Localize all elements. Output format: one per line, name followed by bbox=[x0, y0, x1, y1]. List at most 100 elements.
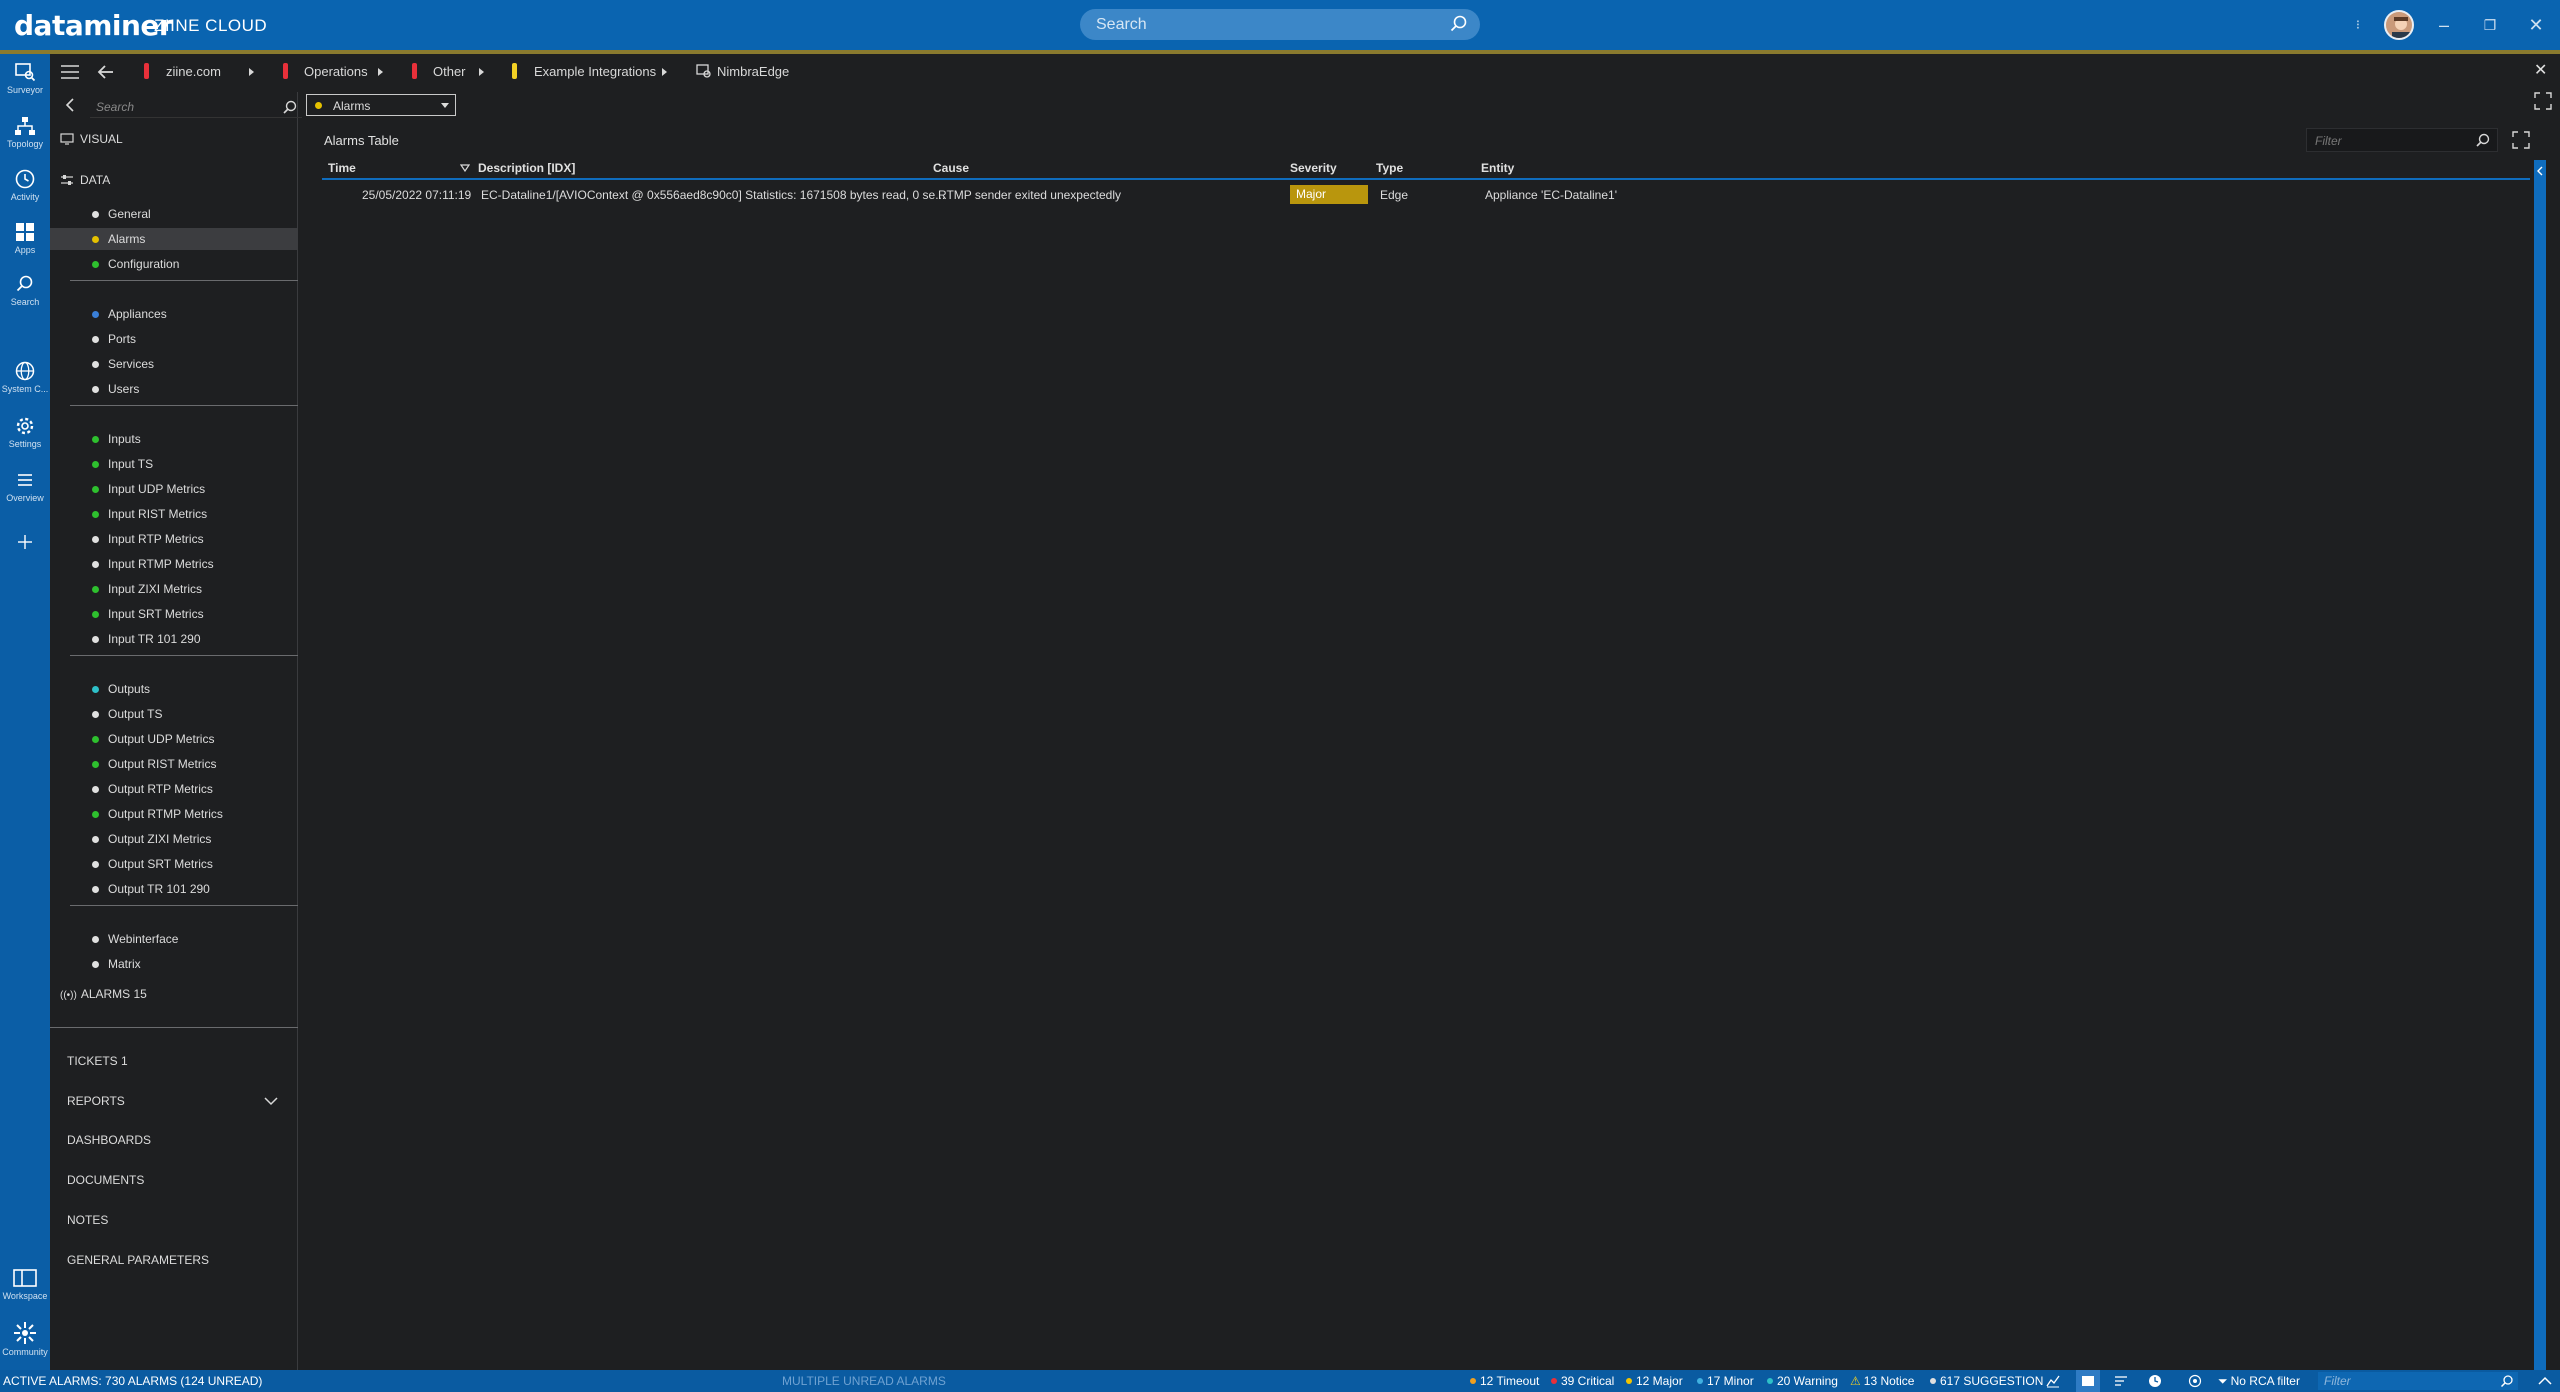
nav-search-input[interactable]: Search bbox=[90, 96, 302, 118]
nav-item-configuration[interactable]: Configuration bbox=[50, 253, 298, 275]
nav-item-input-srt-metrics[interactable]: Input SRT Metrics bbox=[50, 603, 298, 625]
nav-documents[interactable]: DOCUMENTS bbox=[67, 1173, 144, 1187]
chevron-down-icon[interactable] bbox=[264, 1096, 278, 1106]
nav-item-input-udp-metrics[interactable]: Input UDP Metrics bbox=[50, 478, 298, 500]
nav-item-output-rtmp-metrics[interactable]: Output RTMP Metrics bbox=[50, 803, 298, 825]
breadcrumb-arrow-icon[interactable] bbox=[662, 68, 667, 76]
nav-item-input-rtmp-metrics[interactable]: Input RTMP Metrics bbox=[50, 553, 298, 575]
nav-item-general[interactable]: General bbox=[50, 203, 298, 225]
nav-item-input-ts[interactable]: Input TS bbox=[50, 453, 298, 475]
view-dropdown[interactable]: Alarms bbox=[306, 94, 456, 116]
chevron-up-icon[interactable] bbox=[2538, 1376, 2552, 1386]
nav-item-output-udp-metrics[interactable]: Output UDP Metrics bbox=[50, 728, 298, 750]
rail-community[interactable]: Community bbox=[0, 1320, 50, 1357]
active-alarms-count[interactable]: ACTIVE ALARMS: 730 ALARMS (124 UNREAD) bbox=[3, 1374, 262, 1388]
column-header-type[interactable]: Type bbox=[1376, 161, 1403, 175]
hamburger-menu-icon[interactable] bbox=[60, 64, 80, 80]
search-icon[interactable] bbox=[282, 99, 298, 115]
nav-item-ports[interactable]: Ports bbox=[50, 328, 298, 350]
nav-item-input-tr-101-290[interactable]: Input TR 101 290 bbox=[50, 628, 298, 650]
rail-overview[interactable]: Overview bbox=[0, 468, 50, 503]
rail-search[interactable]: Search bbox=[0, 272, 50, 307]
rail-apps[interactable]: Apps bbox=[0, 220, 50, 255]
breadcrumb-item-example-integrations[interactable]: Example Integrations bbox=[534, 64, 656, 79]
status-indicator-icon[interactable]: ⁝ bbox=[2346, 13, 2370, 37]
fullscreen-icon[interactable] bbox=[2534, 92, 2552, 110]
nav-general-parameters[interactable]: GENERAL PARAMETERS bbox=[67, 1253, 209, 1267]
breadcrumb-item-operations[interactable]: Operations bbox=[304, 64, 368, 79]
search-icon[interactable] bbox=[1448, 13, 1470, 35]
close-card-icon[interactable]: ✕ bbox=[2534, 60, 2547, 80]
search-icon[interactable] bbox=[2500, 1374, 2514, 1388]
critical-count[interactable]: 39 Critical bbox=[1551, 1374, 1614, 1388]
nav-item-matrix[interactable]: Matrix bbox=[50, 953, 298, 975]
restore-icon[interactable]: ❐ bbox=[2478, 13, 2502, 37]
nav-dashboards[interactable]: DASHBOARDS bbox=[67, 1133, 151, 1147]
column-header-entity[interactable]: Entity bbox=[1481, 161, 1514, 175]
warning-count[interactable]: 20 Warning bbox=[1767, 1374, 1838, 1388]
rail-settings[interactable]: Settings bbox=[0, 414, 50, 449]
sort-lines-icon[interactable] bbox=[2114, 1374, 2128, 1388]
nav-tickets[interactable]: TICKETS 1 bbox=[67, 1054, 128, 1068]
close-window-icon[interactable]: ✕ bbox=[2524, 13, 2548, 37]
nav-item-input-rist-metrics[interactable]: Input RIST Metrics bbox=[50, 503, 298, 525]
rail-surveyor[interactable]: Surveyor bbox=[0, 60, 50, 95]
breadcrumb-arrow-icon[interactable] bbox=[378, 68, 383, 76]
nav-item-inputs[interactable]: Inputs bbox=[50, 428, 298, 450]
major-count[interactable]: 12 Major bbox=[1626, 1374, 1683, 1388]
column-header-time[interactable]: Time bbox=[328, 161, 356, 175]
user-avatar[interactable] bbox=[2384, 10, 2414, 40]
nav-item-input-zixi-metrics[interactable]: Input ZIXI Metrics bbox=[50, 578, 298, 600]
suggestion-count[interactable]: 617 SUGGESTION bbox=[1930, 1374, 2043, 1388]
nav-item-output-rtp-metrics[interactable]: Output RTP Metrics bbox=[50, 778, 298, 800]
nav-item-input-rtp-metrics[interactable]: Input RTP Metrics bbox=[50, 528, 298, 550]
nav-item-output-rist-metrics[interactable]: Output RIST Metrics bbox=[50, 753, 298, 775]
notice-count[interactable]: ⚠ 13 Notice bbox=[1850, 1374, 1914, 1388]
nav-notes[interactable]: NOTES bbox=[67, 1213, 108, 1227]
rca-filter-toggle[interactable]: ⏷ No RCA filter bbox=[2218, 1374, 2300, 1389]
rail-topology[interactable]: Topology bbox=[0, 114, 50, 149]
nav-item-output-ts[interactable]: Output TS bbox=[50, 703, 298, 725]
column-header-cause[interactable]: Cause bbox=[933, 161, 969, 175]
nav-item-appliances[interactable]: Appliances bbox=[50, 303, 298, 325]
nav-item-users[interactable]: Users bbox=[50, 378, 298, 400]
nav-item-services[interactable]: Services bbox=[50, 353, 298, 375]
nav-alarms[interactable]: ((•)) ALARMS 15 bbox=[60, 987, 147, 1001]
minor-count[interactable]: 17 Minor bbox=[1697, 1374, 1754, 1388]
nav-item-output-srt-metrics[interactable]: Output SRT Metrics bbox=[50, 853, 298, 875]
column-header-description[interactable]: Description [IDX] bbox=[478, 161, 575, 175]
nav-item-alarms[interactable]: Alarms bbox=[50, 228, 298, 250]
rail-activity[interactable]: Activity bbox=[0, 167, 50, 202]
nav-item-webinterface[interactable]: Webinterface bbox=[50, 928, 298, 950]
side-panel-toggle[interactable] bbox=[2534, 160, 2546, 1370]
rail-add-app[interactable] bbox=[0, 530, 50, 554]
rail-workspace[interactable]: Workspace bbox=[0, 1266, 50, 1301]
expand-table-icon[interactable] bbox=[2512, 131, 2530, 149]
statusbar-filter-input[interactable]: Filter bbox=[2318, 1372, 2518, 1390]
rail-system-center[interactable]: System C... bbox=[0, 359, 50, 394]
breadcrumb-item-other[interactable]: Other bbox=[433, 64, 466, 79]
trend-icon[interactable] bbox=[2046, 1374, 2060, 1388]
breadcrumb-arrow-icon[interactable] bbox=[249, 68, 254, 76]
list-view-toggle[interactable] bbox=[2076, 1370, 2100, 1392]
global-search-input[interactable]: Search bbox=[1080, 9, 1480, 40]
search-icon[interactable] bbox=[2475, 132, 2491, 148]
breadcrumb-arrow-icon[interactable] bbox=[479, 68, 484, 76]
history-clock-icon[interactable] bbox=[2148, 1374, 2162, 1388]
nav-item-outputs[interactable]: Outputs bbox=[50, 678, 298, 700]
nav-item-output-tr-101-290[interactable]: Output TR 101 290 bbox=[50, 878, 298, 900]
column-header-severity[interactable]: Severity bbox=[1290, 161, 1337, 175]
nav-visual[interactable]: VISUAL bbox=[60, 132, 123, 146]
minimize-icon[interactable]: – bbox=[2432, 13, 2456, 37]
collapse-left-icon[interactable] bbox=[64, 98, 76, 112]
back-arrow-icon[interactable] bbox=[96, 62, 116, 82]
sort-descending-icon[interactable] bbox=[460, 164, 470, 172]
breadcrumb-item-ziine[interactable]: ziine.com bbox=[166, 64, 221, 79]
table-filter-input[interactable]: Filter bbox=[2306, 128, 2498, 152]
nav-item-output-zixi-metrics[interactable]: Output ZIXI Metrics bbox=[50, 828, 298, 850]
breadcrumb-item-nimbraedge[interactable]: NimbraEdge bbox=[717, 64, 789, 79]
nav-data[interactable]: DATA bbox=[60, 173, 110, 187]
rca-target-icon[interactable] bbox=[2188, 1374, 2202, 1388]
nav-reports[interactable]: REPORTS bbox=[67, 1094, 125, 1108]
timeout-count[interactable]: 12 Timeout bbox=[1470, 1374, 1539, 1388]
